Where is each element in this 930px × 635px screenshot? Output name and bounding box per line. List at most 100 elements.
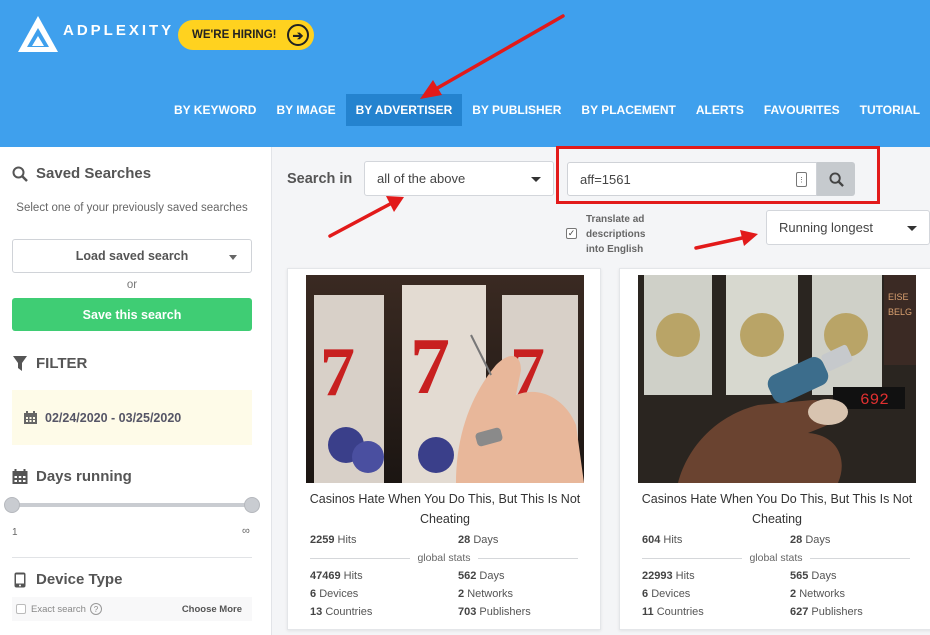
days-running-title: Days running (36, 468, 132, 485)
sort-select[interactable]: Running longest (766, 210, 930, 245)
svg-text:7: 7 (320, 334, 355, 411)
logo[interactable]: ADPLEXITY (16, 14, 174, 54)
exact-search-label: Exact search (31, 603, 86, 615)
devices-label: Devices (319, 588, 359, 600)
global-days-label: Days (479, 570, 505, 582)
ad-title[interactable]: Casinos Hate When You Do This, But This … (630, 489, 924, 529)
slider-min-label: 1 (12, 527, 18, 538)
global-days-stat: 565 Days (790, 570, 836, 582)
nav-by-publisher[interactable]: BY PUBLISHER (462, 94, 571, 126)
search-scope-value: all of the above (377, 171, 466, 186)
global-hits-label: Hits (343, 570, 363, 582)
ad-image[interactable]: 7 7 7 (306, 275, 584, 483)
annotation-highlight-box (556, 146, 880, 204)
nav-alerts[interactable]: ALERTS (686, 94, 754, 126)
filter-icon (13, 355, 27, 371)
countries-value: 11 (642, 606, 654, 618)
calendar-icon (12, 469, 28, 484)
main-nav: BY KEYWORD BY IMAGE BY ADVERTISER BY PUB… (164, 94, 930, 126)
days-label: Days (805, 534, 831, 546)
publishers-label: Publishers (811, 606, 863, 618)
networks-value: 2 (458, 588, 465, 600)
publishers-value: 627 (790, 606, 809, 618)
countries-label: Countries (656, 606, 704, 618)
svg-text:692: 692 (860, 391, 889, 409)
days-value: 28 (458, 534, 471, 546)
countries-stat: 11 Countries (642, 606, 704, 618)
nav-by-image[interactable]: BY IMAGE (266, 94, 345, 126)
hits-value: 604 (642, 534, 661, 546)
global-days-label: Days (811, 570, 837, 582)
hits-stat: 604 Hits (642, 534, 682, 546)
device-type-title: Device Type (36, 571, 123, 588)
nav-tutorial[interactable]: TUTORIAL (850, 94, 930, 126)
svg-text:7: 7 (410, 323, 450, 411)
svg-text:EISE: EISE (888, 292, 909, 302)
translate-checkbox[interactable]: ✓ (566, 228, 577, 239)
divider (810, 558, 910, 559)
divider (642, 558, 742, 559)
slider-min-handle[interactable] (4, 497, 20, 513)
date-range-value: 02/24/2020 - 03/25/2020 (45, 410, 182, 425)
hiring-label: WE'RE HIRING! (192, 29, 277, 41)
nav-by-keyword[interactable]: BY KEYWORD (164, 94, 266, 126)
help-icon[interactable]: ? (89, 603, 102, 615)
nav-by-placement[interactable]: BY PLACEMENT (571, 94, 685, 126)
ad-title[interactable]: Casinos Hate When You Do This, But This … (298, 489, 592, 529)
devices-value: 6 (310, 588, 317, 600)
logo-icon (18, 16, 58, 52)
svg-text:BELG: BELG (888, 307, 912, 317)
save-search-button[interactable]: Save this search (12, 298, 252, 331)
ad-image[interactable]: EISE BELG 692 (638, 275, 916, 483)
slider-max-label: ∞ (242, 525, 250, 537)
saved-searches-help: Select one of your previously saved sear… (16, 202, 248, 214)
arrow-right-icon: ➔ (287, 24, 309, 46)
days-stat: 28 Days (458, 534, 498, 546)
top-header: ADPLEXITY WE'RE HIRING! ➔ BY KEYWORD BY … (0, 0, 930, 147)
load-saved-search-label: Load saved search (75, 249, 189, 263)
countries-label: Countries (325, 606, 373, 618)
global-stats-label: global stats (749, 552, 803, 564)
publishers-label: Publishers (479, 606, 531, 618)
networks-stat: 2 Networks (458, 588, 513, 600)
exact-search-checkbox[interactable] (16, 604, 26, 614)
ad-card[interactable]: 7 7 7 Casinos Hate When You Do This, But… (287, 268, 601, 630)
devices-value: 6 (642, 588, 649, 600)
days-stat: 28 Days (790, 534, 830, 546)
countries-value: 13 (310, 606, 323, 618)
nav-favourites[interactable]: FAVOURITES (754, 94, 850, 126)
slider-max-handle[interactable] (244, 497, 260, 513)
hits-value: 2259 (310, 534, 335, 546)
logo-text: ADPLEXITY (63, 21, 175, 39)
networks-stat: 2 Networks (790, 588, 845, 600)
days-running-slider[interactable] (4, 497, 260, 513)
global-hits-value: 22993 (642, 570, 673, 582)
search-scope-select[interactable]: all of the above (364, 161, 554, 196)
choose-more-link[interactable]: Choose More (182, 604, 242, 615)
hiring-badge[interactable]: WE'RE HIRING! ➔ (178, 20, 314, 50)
publishers-stat: 703 Publishers (458, 606, 531, 618)
days-value: 28 (790, 534, 803, 546)
device-options-row: Exact search ? Choose More (12, 597, 252, 621)
hits-label: Hits (337, 534, 357, 546)
days-label: Days (473, 534, 499, 546)
ad-card[interactable]: EISE BELG 692 Casinos Hate When You Do T… (619, 268, 930, 630)
or-separator: or (126, 279, 138, 291)
caret-down-icon (531, 177, 541, 182)
divider (310, 558, 410, 559)
divider (12, 557, 252, 558)
global-hits-label: Hits (675, 570, 695, 582)
global-days-value: 562 (458, 570, 477, 582)
nav-by-advertiser[interactable]: BY ADVERTISER (345, 94, 463, 126)
device-type-heading: Device Type (12, 571, 122, 588)
caret-down-icon (229, 255, 237, 260)
date-range-picker[interactable]: 02/24/2020 - 03/25/2020 (12, 390, 252, 445)
search-in-label: Search in (287, 171, 353, 187)
countries-stat: 13 Countries (310, 606, 372, 618)
load-saved-search-dropdown[interactable]: Load saved search (12, 239, 252, 273)
global-hits-stat: 47469 Hits (310, 570, 363, 582)
translate-option[interactable]: ✓ Translate ad descriptions into English (566, 212, 666, 257)
caret-down-icon (907, 226, 917, 231)
global-hits-stat: 22993 Hits (642, 570, 695, 582)
global-days-stat: 562 Days (458, 570, 504, 582)
